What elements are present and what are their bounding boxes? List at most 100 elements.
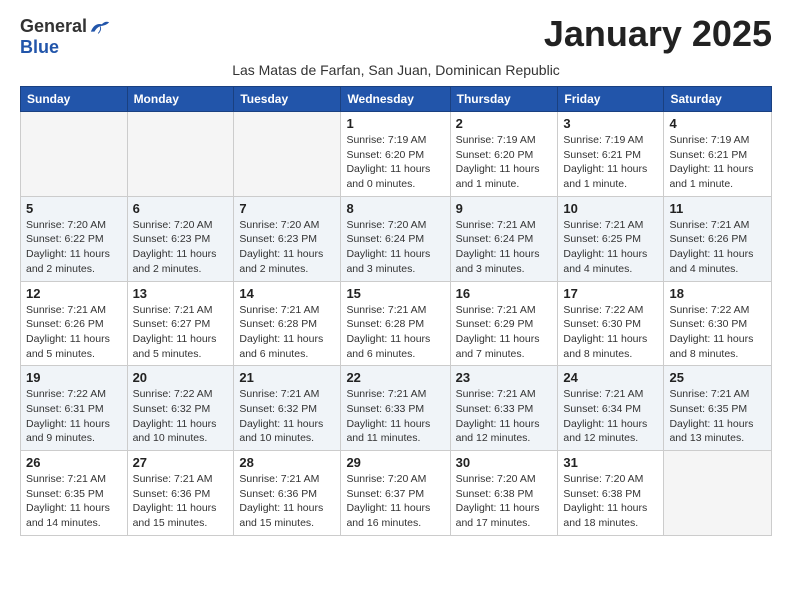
day-number: 12 bbox=[26, 286, 122, 301]
week-row-2: 5 Sunrise: 7:20 AM Sunset: 6:22 PM Daylig… bbox=[21, 196, 772, 281]
day-cell-3-4: 23 Sunrise: 7:21 AM Sunset: 6:33 PM Dayli… bbox=[450, 366, 558, 451]
day-number: 20 bbox=[133, 370, 229, 385]
day-number: 31 bbox=[563, 455, 658, 470]
header: General Blue January 2025 bbox=[20, 16, 772, 58]
day-cell-2-6: 18 Sunrise: 7:22 AM Sunset: 6:30 PM Dayli… bbox=[664, 281, 772, 366]
day-info: Sunrise: 7:20 AM Sunset: 6:24 PM Dayligh… bbox=[346, 218, 444, 277]
day-cell-3-5: 24 Sunrise: 7:21 AM Sunset: 6:34 PM Dayli… bbox=[558, 366, 664, 451]
day-number: 5 bbox=[26, 201, 122, 216]
day-number: 13 bbox=[133, 286, 229, 301]
logo-general-text: General bbox=[20, 16, 87, 37]
day-info: Sunrise: 7:19 AM Sunset: 6:20 PM Dayligh… bbox=[346, 133, 444, 192]
day-number: 4 bbox=[669, 116, 766, 131]
day-cell-3-3: 22Sunrise: 7:21 AM Sunset: 6:33 PM Dayli… bbox=[341, 366, 450, 451]
logo: General Blue bbox=[20, 16, 111, 58]
day-cell-4-6 bbox=[664, 451, 772, 536]
col-sunday: Sunday bbox=[21, 87, 128, 112]
day-number: 6 bbox=[133, 201, 229, 216]
day-info: Sunrise: 7:21 AM Sunset: 6:24 PM Dayligh… bbox=[456, 218, 553, 277]
day-info: Sunrise: 7:22 AM Sunset: 6:30 PM Dayligh… bbox=[563, 303, 658, 362]
day-cell-2-2: 14 Sunrise: 7:21 AM Sunset: 6:28 PM Dayli… bbox=[234, 281, 341, 366]
day-number: 24 bbox=[563, 370, 658, 385]
day-number: 11 bbox=[669, 201, 766, 216]
day-cell-0-0 bbox=[21, 112, 128, 197]
day-cell-1-4: 9 Sunrise: 7:21 AM Sunset: 6:24 PM Daylig… bbox=[450, 196, 558, 281]
day-info: Sunrise: 7:20 AM Sunset: 6:23 PM Dayligh… bbox=[133, 218, 229, 277]
day-info: Sunrise: 7:20 AM Sunset: 6:38 PM Dayligh… bbox=[563, 472, 658, 531]
day-cell-2-3: 15 Sunrise: 7:21 AM Sunset: 6:28 PM Dayli… bbox=[341, 281, 450, 366]
week-row-5: 26 Sunrise: 7:21 AM Sunset: 6:35 PM Dayli… bbox=[21, 451, 772, 536]
logo-bird-icon bbox=[89, 18, 111, 36]
col-friday: Friday bbox=[558, 87, 664, 112]
day-number: 14 bbox=[239, 286, 335, 301]
day-cell-4-1: 27Sunrise: 7:21 AM Sunset: 6:36 PM Dayli… bbox=[127, 451, 234, 536]
day-info: Sunrise: 7:19 AM Sunset: 6:21 PM Dayligh… bbox=[669, 133, 766, 192]
day-cell-4-4: 30 Sunrise: 7:20 AM Sunset: 6:38 PM Dayli… bbox=[450, 451, 558, 536]
day-cell-3-2: 21Sunrise: 7:21 AM Sunset: 6:32 PM Dayli… bbox=[234, 366, 341, 451]
day-cell-4-5: 31 Sunrise: 7:20 AM Sunset: 6:38 PM Dayli… bbox=[558, 451, 664, 536]
day-info: Sunrise: 7:21 AM Sunset: 6:34 PM Dayligh… bbox=[563, 387, 658, 446]
day-number: 25 bbox=[669, 370, 766, 385]
col-monday: Monday bbox=[127, 87, 234, 112]
day-cell-0-5: 3Sunrise: 7:19 AM Sunset: 6:21 PM Daylig… bbox=[558, 112, 664, 197]
week-row-4: 19 Sunrise: 7:22 AM Sunset: 6:31 PM Dayli… bbox=[21, 366, 772, 451]
calendar-table: Sunday Monday Tuesday Wednesday Thursday… bbox=[20, 86, 772, 536]
day-info: Sunrise: 7:20 AM Sunset: 6:22 PM Dayligh… bbox=[26, 218, 122, 277]
day-number: 30 bbox=[456, 455, 553, 470]
day-cell-4-2: 28 Sunrise: 7:21 AM Sunset: 6:36 PM Dayli… bbox=[234, 451, 341, 536]
day-number: 16 bbox=[456, 286, 553, 301]
day-info: Sunrise: 7:22 AM Sunset: 6:32 PM Dayligh… bbox=[133, 387, 229, 446]
day-info: Sunrise: 7:21 AM Sunset: 6:36 PM Dayligh… bbox=[133, 472, 229, 531]
day-cell-1-3: 8Sunrise: 7:20 AM Sunset: 6:24 PM Daylig… bbox=[341, 196, 450, 281]
day-number: 9 bbox=[456, 201, 553, 216]
day-cell-3-1: 20 Sunrise: 7:22 AM Sunset: 6:32 PM Dayli… bbox=[127, 366, 234, 451]
day-number: 7 bbox=[239, 201, 335, 216]
day-info: Sunrise: 7:21 AM Sunset: 6:28 PM Dayligh… bbox=[346, 303, 444, 362]
day-number: 19 bbox=[26, 370, 122, 385]
month-title: January 2025 bbox=[544, 16, 772, 52]
day-info: Sunrise: 7:20 AM Sunset: 6:23 PM Dayligh… bbox=[239, 218, 335, 277]
day-info: Sunrise: 7:20 AM Sunset: 6:38 PM Dayligh… bbox=[456, 472, 553, 531]
day-cell-3-0: 19 Sunrise: 7:22 AM Sunset: 6:31 PM Dayli… bbox=[21, 366, 128, 451]
day-number: 21 bbox=[239, 370, 335, 385]
day-info: Sunrise: 7:22 AM Sunset: 6:31 PM Dayligh… bbox=[26, 387, 122, 446]
day-info: Sunrise: 7:21 AM Sunset: 6:36 PM Dayligh… bbox=[239, 472, 335, 531]
day-info: Sunrise: 7:21 AM Sunset: 6:26 PM Dayligh… bbox=[26, 303, 122, 362]
day-cell-2-5: 17Sunrise: 7:22 AM Sunset: 6:30 PM Dayli… bbox=[558, 281, 664, 366]
week-row-3: 12 Sunrise: 7:21 AM Sunset: 6:26 PM Dayli… bbox=[21, 281, 772, 366]
day-number: 26 bbox=[26, 455, 122, 470]
day-info: Sunrise: 7:20 AM Sunset: 6:37 PM Dayligh… bbox=[346, 472, 444, 531]
day-number: 28 bbox=[239, 455, 335, 470]
subtitle: Las Matas de Farfan, San Juan, Dominican… bbox=[20, 62, 772, 78]
day-info: Sunrise: 7:21 AM Sunset: 6:33 PM Dayligh… bbox=[346, 387, 444, 446]
day-cell-0-2 bbox=[234, 112, 341, 197]
day-cell-1-2: 7 Sunrise: 7:20 AM Sunset: 6:23 PM Daylig… bbox=[234, 196, 341, 281]
day-info: Sunrise: 7:21 AM Sunset: 6:27 PM Dayligh… bbox=[133, 303, 229, 362]
col-wednesday: Wednesday bbox=[341, 87, 450, 112]
day-info: Sunrise: 7:22 AM Sunset: 6:30 PM Dayligh… bbox=[669, 303, 766, 362]
day-cell-1-5: 10Sunrise: 7:21 AM Sunset: 6:25 PM Dayli… bbox=[558, 196, 664, 281]
day-cell-2-4: 16Sunrise: 7:21 AM Sunset: 6:29 PM Dayli… bbox=[450, 281, 558, 366]
day-info: Sunrise: 7:19 AM Sunset: 6:20 PM Dayligh… bbox=[456, 133, 553, 192]
day-info: Sunrise: 7:21 AM Sunset: 6:33 PM Dayligh… bbox=[456, 387, 553, 446]
day-info: Sunrise: 7:21 AM Sunset: 6:35 PM Dayligh… bbox=[669, 387, 766, 446]
day-number: 18 bbox=[669, 286, 766, 301]
day-cell-0-4: 2 Sunrise: 7:19 AM Sunset: 6:20 PM Daylig… bbox=[450, 112, 558, 197]
day-cell-1-0: 5 Sunrise: 7:20 AM Sunset: 6:22 PM Daylig… bbox=[21, 196, 128, 281]
day-info: Sunrise: 7:21 AM Sunset: 6:26 PM Dayligh… bbox=[669, 218, 766, 277]
day-number: 15 bbox=[346, 286, 444, 301]
day-info: Sunrise: 7:21 AM Sunset: 6:28 PM Dayligh… bbox=[239, 303, 335, 362]
day-cell-1-1: 6 Sunrise: 7:20 AM Sunset: 6:23 PM Daylig… bbox=[127, 196, 234, 281]
col-thursday: Thursday bbox=[450, 87, 558, 112]
day-cell-0-1 bbox=[127, 112, 234, 197]
day-number: 10 bbox=[563, 201, 658, 216]
day-cell-2-0: 12 Sunrise: 7:21 AM Sunset: 6:26 PM Dayli… bbox=[21, 281, 128, 366]
col-tuesday: Tuesday bbox=[234, 87, 341, 112]
week-row-1: 1 Sunrise: 7:19 AM Sunset: 6:20 PM Daylig… bbox=[21, 112, 772, 197]
day-number: 3 bbox=[563, 116, 658, 131]
day-info: Sunrise: 7:21 AM Sunset: 6:35 PM Dayligh… bbox=[26, 472, 122, 531]
day-cell-0-6: 4 Sunrise: 7:19 AM Sunset: 6:21 PM Daylig… bbox=[664, 112, 772, 197]
day-number: 2 bbox=[456, 116, 553, 131]
day-number: 23 bbox=[456, 370, 553, 385]
day-number: 1 bbox=[346, 116, 444, 131]
